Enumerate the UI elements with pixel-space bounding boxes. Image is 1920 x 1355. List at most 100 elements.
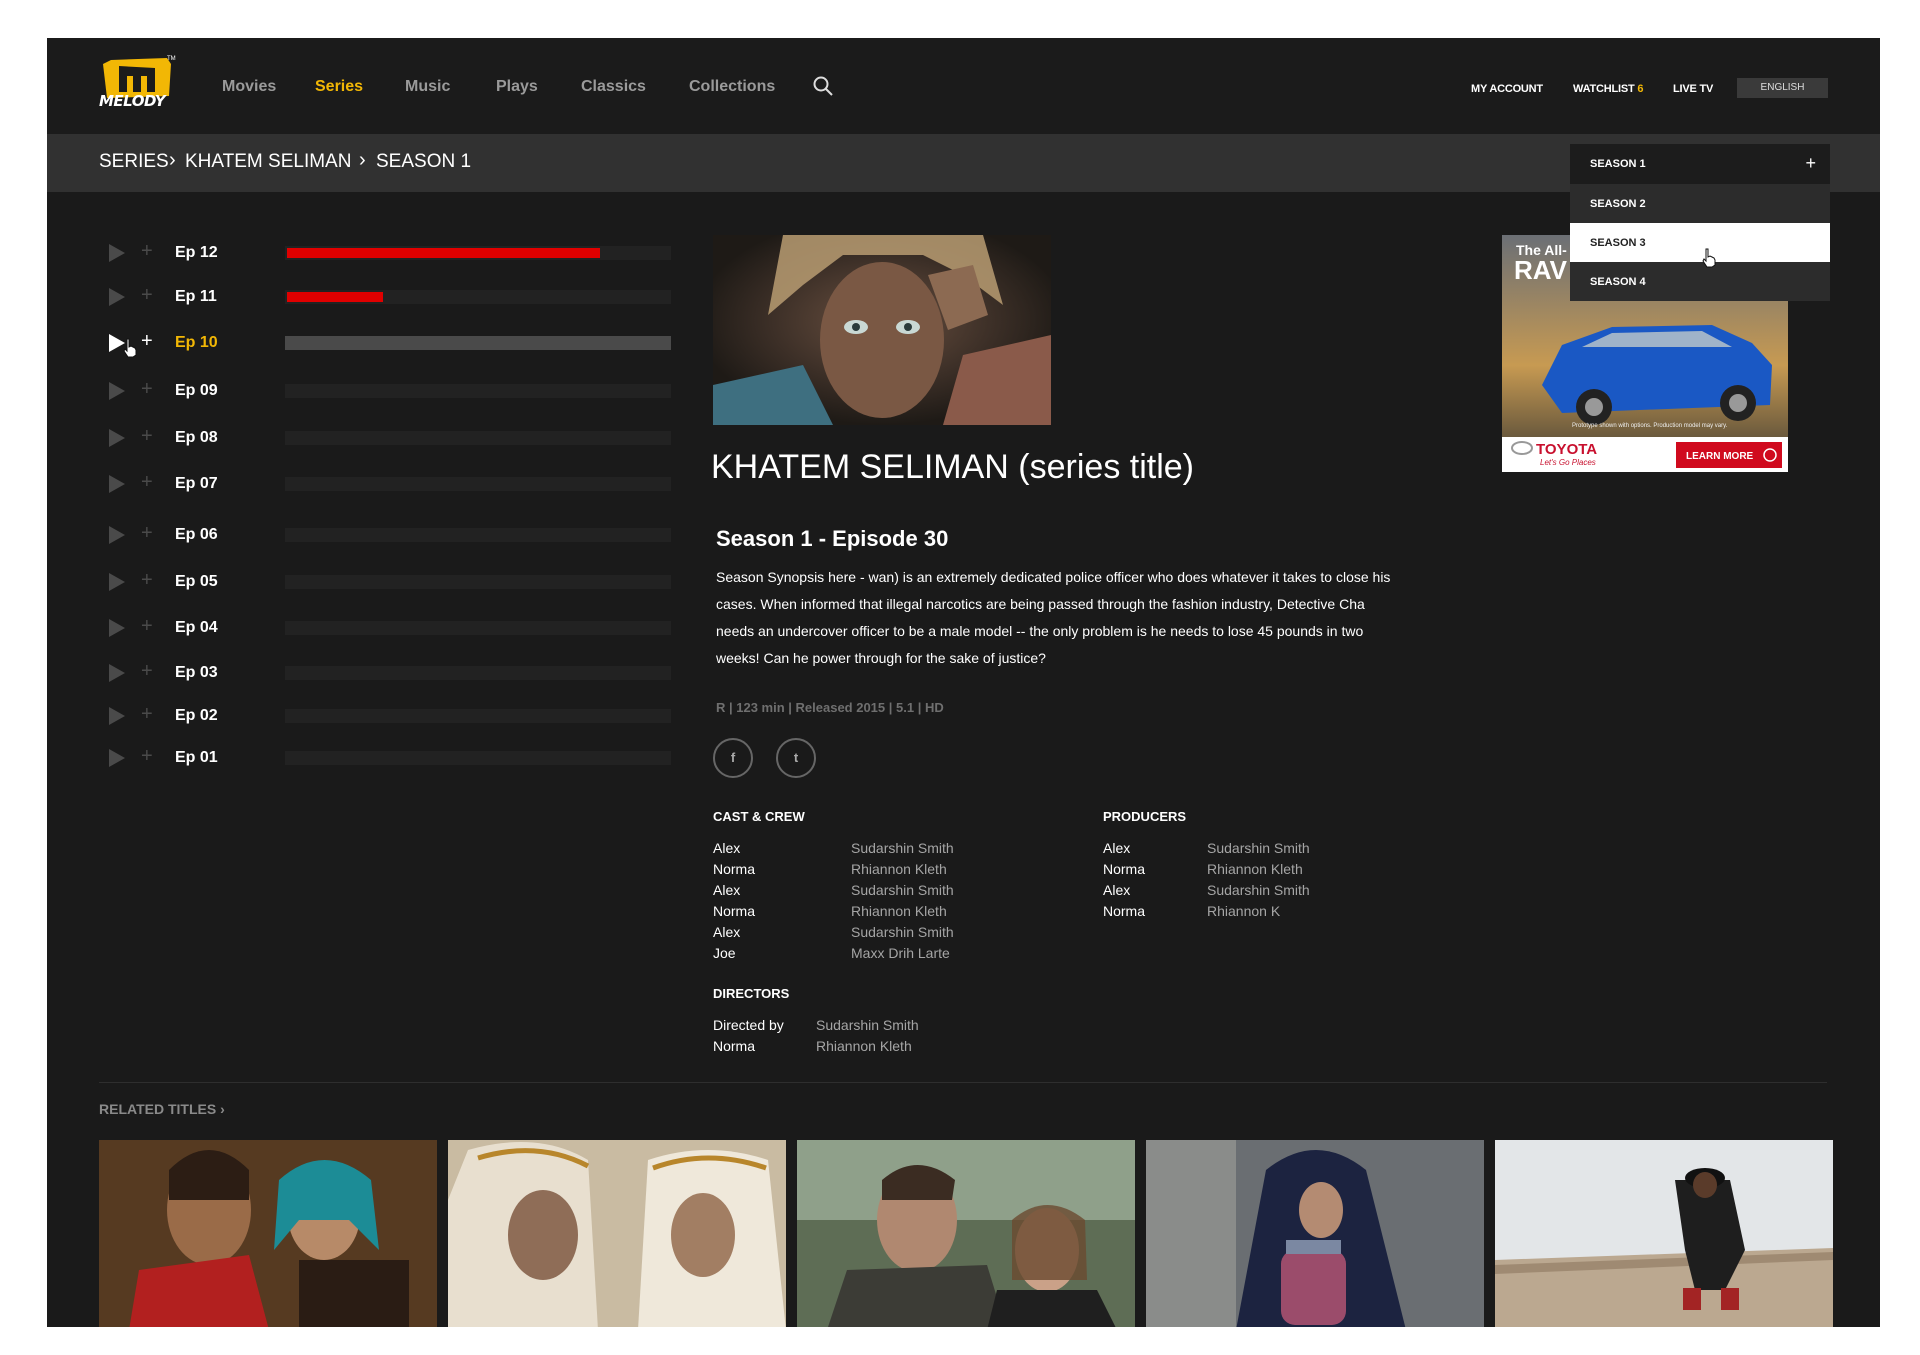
episode-progress-bar[interactable]: [285, 431, 671, 445]
play-icon[interactable]: [107, 243, 127, 263]
nav-movies[interactable]: Movies: [222, 78, 276, 96]
episode-row[interactable]: + Ep 09: [107, 378, 671, 403]
episode-progress-bar[interactable]: [285, 477, 671, 491]
breadcrumb-separator: ›: [359, 149, 366, 171]
episode-label[interactable]: Ep 02: [175, 707, 218, 725]
episode-label[interactable]: Ep 09: [175, 382, 218, 400]
episode-label[interactable]: Ep 03: [175, 664, 218, 682]
nav-plays[interactable]: Plays: [496, 78, 538, 96]
related-thumbnail[interactable]: [797, 1140, 1135, 1327]
credit-person[interactable]: Sudarshin Smith: [851, 924, 954, 940]
episode-progress-bar[interactable]: [285, 621, 671, 635]
nav-collections[interactable]: Collections: [689, 78, 775, 96]
episode-row[interactable]: + Ep 04: [107, 615, 671, 640]
episode-label[interactable]: Ep 08: [175, 429, 218, 447]
add-to-watchlist-icon[interactable]: +: [141, 522, 153, 545]
play-icon[interactable]: [107, 428, 127, 448]
add-to-watchlist-icon[interactable]: +: [141, 471, 153, 494]
add-to-watchlist-icon[interactable]: +: [141, 615, 153, 638]
play-icon[interactable]: [107, 474, 127, 494]
live-tv-link[interactable]: LIVE TV: [1673, 83, 1713, 95]
episode-label[interactable]: Ep 10: [175, 334, 218, 352]
play-icon[interactable]: [107, 748, 127, 768]
episode-row[interactable]: + Ep 01: [107, 745, 671, 770]
add-to-watchlist-icon[interactable]: +: [141, 330, 153, 353]
credit-person[interactable]: Sudarshin Smith: [851, 882, 954, 898]
episode-progress-bar[interactable]: [285, 666, 671, 680]
add-to-watchlist-icon[interactable]: +: [141, 378, 153, 401]
add-to-watchlist-icon[interactable]: +: [141, 569, 153, 592]
play-icon[interactable]: [107, 618, 127, 638]
add-to-watchlist-icon[interactable]: +: [141, 703, 153, 726]
episode-label[interactable]: Ep 01: [175, 749, 218, 767]
related-thumbnail[interactable]: [448, 1140, 786, 1327]
add-to-watchlist-icon[interactable]: +: [141, 240, 153, 263]
add-to-watchlist-icon[interactable]: +: [141, 660, 153, 683]
episode-row[interactable]: + Ep 06: [107, 522, 671, 547]
episode-row[interactable]: + Ep 02: [107, 703, 671, 728]
play-icon[interactable]: [107, 663, 127, 683]
episode-progress-bar[interactable]: [285, 384, 671, 398]
episode-row[interactable]: + Ep 03: [107, 660, 671, 685]
credit-person[interactable]: Rhiannon Kleth: [851, 903, 947, 919]
play-icon[interactable]: [107, 706, 127, 726]
watchlist-link[interactable]: WATCHLIST 6: [1573, 83, 1644, 95]
play-icon[interactable]: [107, 381, 127, 401]
breadcrumb-season[interactable]: SEASON 1: [376, 151, 471, 173]
episode-label[interactable]: Ep 04: [175, 619, 218, 637]
credit-person[interactable]: Rhiannon Kleth: [851, 861, 947, 877]
episode-row[interactable]: + Ep 11: [107, 284, 671, 309]
related-thumbnail[interactable]: [1495, 1140, 1833, 1327]
season-option[interactable]: SEASON 2: [1570, 184, 1830, 223]
my-account-link[interactable]: MY ACCOUNT: [1471, 83, 1543, 95]
episode-progress-bar[interactable]: [285, 751, 671, 765]
play-icon[interactable]: [107, 287, 127, 307]
related-thumbnail[interactable]: [99, 1140, 437, 1327]
language-selector[interactable]: ENGLISH: [1737, 78, 1828, 98]
episode-row[interactable]: + Ep 12: [107, 240, 671, 265]
episode-label[interactable]: Ep 12: [175, 244, 218, 262]
episode-progress-bar[interactable]: [285, 290, 671, 304]
credit-person[interactable]: Sudarshin Smith: [851, 840, 954, 856]
credit-person[interactable]: Rhiannon Kleth: [816, 1038, 912, 1054]
credit-person[interactable]: Sudarshin Smith: [1207, 840, 1310, 856]
related-titles-heading[interactable]: RELATED TITLES ›: [99, 1101, 225, 1117]
credit-person[interactable]: Sudarshin Smith: [1207, 882, 1310, 898]
episode-row[interactable]: + Ep 05: [107, 569, 671, 594]
credit-person[interactable]: Rhiannon K: [1207, 903, 1280, 919]
nav-music[interactable]: Music: [405, 78, 450, 96]
episode-progress-bar[interactable]: [285, 528, 671, 542]
episode-progress-bar[interactable]: [285, 709, 671, 723]
search-icon[interactable]: [812, 75, 834, 97]
add-to-watchlist-icon[interactable]: +: [141, 745, 153, 768]
facebook-share-button[interactable]: f: [713, 738, 753, 778]
episode-progress-bar[interactable]: [285, 336, 671, 350]
ad-cta-button[interactable]: LEARN MORE: [1686, 451, 1754, 462]
season-option[interactable]: SEASON 4: [1570, 262, 1830, 301]
episode-progress-bar[interactable]: [285, 575, 671, 589]
twitter-share-button[interactable]: t: [776, 738, 816, 778]
related-thumbnail[interactable]: [1146, 1140, 1484, 1327]
season-option[interactable]: SEASON 3: [1570, 223, 1830, 262]
add-to-watchlist-icon[interactable]: +: [141, 425, 153, 448]
credit-person[interactable]: Rhiannon Kleth: [1207, 861, 1303, 877]
add-to-watchlist-icon[interactable]: +: [141, 284, 153, 307]
episode-row[interactable]: + Ep 08: [107, 425, 671, 450]
breadcrumb-series[interactable]: SERIES: [99, 151, 169, 173]
episode-label[interactable]: Ep 06: [175, 526, 218, 544]
season-dropdown[interactable]: SEASON 1 +: [1570, 144, 1830, 184]
episode-row[interactable]: + Ep 07: [107, 471, 671, 496]
episode-label[interactable]: Ep 11: [175, 288, 217, 306]
episode-progress-bar[interactable]: [285, 246, 671, 260]
episode-label[interactable]: Ep 07: [175, 475, 218, 493]
credit-person[interactable]: Sudarshin Smith: [816, 1017, 919, 1033]
episode-label[interactable]: Ep 05: [175, 573, 218, 591]
play-icon[interactable]: [107, 525, 127, 545]
episode-row[interactable]: + Ep 10: [107, 330, 671, 355]
nav-series[interactable]: Series: [315, 78, 363, 96]
credit-person[interactable]: Maxx Drih Larte: [851, 945, 950, 961]
nav-classics[interactable]: Classics: [581, 78, 646, 96]
play-icon[interactable]: [107, 572, 127, 592]
breadcrumb-show[interactable]: KHATEM SELIMAN: [185, 151, 351, 173]
logo-wordmark[interactable]: MELODY: [99, 92, 166, 110]
